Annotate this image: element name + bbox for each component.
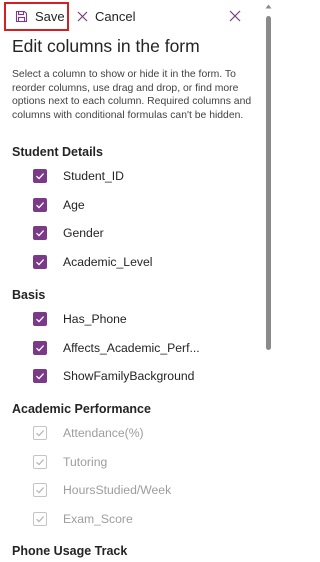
page-title: Edit columns in the form [12,36,200,56]
cancel-button[interactable]: Cancel [77,2,135,31]
column-item: HoursStudied/Week [33,482,171,498]
column-label: Student_ID [63,169,124,183]
checkbox[interactable] [33,226,47,240]
checkbox[interactable] [33,312,47,326]
column-label: Exam_Score [63,511,133,526]
column-label: Has_Phone [63,312,127,326]
scroll-up-arrow-icon[interactable] [265,3,272,10]
checkmark-icon [36,458,45,466]
close-panel-icon[interactable] [228,9,242,23]
column-item[interactable]: Gender [33,225,104,241]
column-item[interactable]: Affects_Academic_Perf... [33,340,200,356]
toolbar: Save Cancel [0,0,273,34]
cancel-label: Cancel [95,9,136,24]
checkbox[interactable] [33,254,47,269]
checkbox [33,511,47,526]
checkbox [33,454,47,469]
column-label: Age [63,197,85,212]
column-item[interactable]: Academic_Level [33,254,152,270]
scrollbar-thumb[interactable] [266,16,271,350]
section-heading: Basis [12,288,46,302]
section-heading: Student Details [12,145,103,159]
column-item: Attendance(%) [33,425,144,441]
edit-columns-panel: Save Cancel Edit columns in the form Sel… [0,0,273,562]
checkmark-icon [36,230,45,237]
checkmark-icon [36,430,45,437]
checkmark-icon [36,515,45,523]
section-heading: Phone Usage Track [12,544,128,558]
save-label: Save [35,9,65,24]
column-item[interactable]: Age [33,197,85,213]
checkmark-icon [36,373,45,380]
column-label: HoursStudied/Week [63,483,172,497]
checkmark-icon [36,201,45,209]
section-heading: Academic Performance [12,402,151,416]
checkbox[interactable] [33,340,47,355]
column-label: Gender [63,226,104,240]
close-icon [77,11,88,22]
checkbox[interactable] [33,369,47,383]
save-icon [15,10,28,23]
checkbox[interactable] [33,197,47,212]
column-label: Academic_Level [63,254,153,269]
column-item[interactable]: Student_ID [33,168,124,184]
checkmark-icon [36,316,45,323]
checkmark-icon [36,344,45,352]
column-item[interactable]: Has_Phone [33,311,127,327]
column-item[interactable]: ShowFamilyBackground [33,368,194,384]
column-label: ShowFamilyBackground [63,369,195,383]
column-label: Attendance(%) [63,426,144,440]
save-button[interactable]: Save [4,2,69,31]
checkbox [33,483,47,497]
checkbox [33,426,47,440]
column-item: Tutoring [33,454,107,470]
checkmark-icon [36,173,45,180]
panel-description: Select a column to show or hide it in th… [12,69,252,121]
checkmark-icon [36,258,45,266]
checkmark-icon [36,487,45,494]
checkbox[interactable] [33,169,47,183]
column-label: Tutoring [63,454,108,469]
column-label: Affects_Academic_Perf... [63,340,200,355]
column-item: Exam_Score [33,511,133,527]
